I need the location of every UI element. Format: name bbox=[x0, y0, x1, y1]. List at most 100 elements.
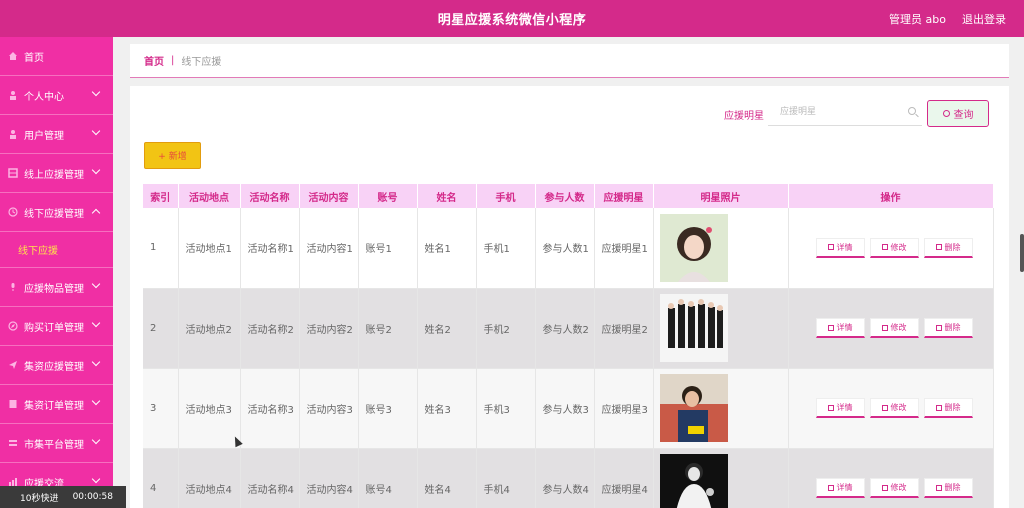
delete-button[interactable]: 删除 bbox=[923, 318, 973, 338]
detail-icon bbox=[827, 324, 834, 331]
sidebar-item-goods[interactable]: 应援物品管理 bbox=[0, 268, 113, 307]
column-header: 手机 bbox=[476, 184, 536, 208]
person-icon bbox=[8, 90, 18, 100]
breadcrumb-home[interactable]: 首页 bbox=[144, 53, 164, 68]
column-header: 索引 bbox=[143, 184, 179, 208]
table-cell: 参与人数1 bbox=[535, 208, 595, 289]
table-cell: 3 bbox=[143, 368, 179, 449]
detail-button[interactable]: 详情 bbox=[815, 237, 865, 258]
search-icon bbox=[908, 107, 916, 115]
book-icon bbox=[8, 399, 18, 409]
compass-icon bbox=[8, 321, 18, 331]
scrollbar-handle[interactable] bbox=[1020, 234, 1024, 272]
sidebar-item-personal[interactable]: 个人中心 bbox=[0, 76, 113, 115]
table-cell: 参与人数4 bbox=[535, 448, 595, 508]
sidebar-item-offline-support[interactable]: 线下应援管理 bbox=[0, 193, 113, 232]
table-cell: 账号4 bbox=[358, 448, 418, 508]
search-icon bbox=[942, 110, 950, 117]
fast-forward-label[interactable]: 10秒快进 bbox=[20, 491, 58, 504]
table-cell: 活动地点4 bbox=[178, 448, 241, 508]
grid-icon bbox=[8, 168, 18, 178]
detail-label: 详情 bbox=[836, 403, 853, 412]
delete-icon bbox=[935, 404, 942, 411]
delete-button[interactable]: 删除 bbox=[923, 237, 973, 258]
sidebar-item-online-support[interactable]: 线上应援管理 bbox=[0, 154, 113, 193]
breadcrumb: 首页 | 线下应援 bbox=[130, 44, 1009, 78]
chevron-down-icon bbox=[91, 357, 101, 367]
edit-button[interactable]: 修改 bbox=[869, 237, 919, 258]
delete-icon bbox=[935, 244, 942, 251]
detail-icon bbox=[827, 404, 834, 411]
detail-label: 详情 bbox=[836, 242, 853, 252]
sidebar-item-home[interactable]: 首页 bbox=[0, 37, 113, 76]
table-cell: 4 bbox=[143, 448, 179, 508]
table-cell: 应援明星1 bbox=[594, 208, 654, 289]
table-cell: 活动名称3 bbox=[240, 368, 300, 449]
app-title: 明星应援系统微信小程序 bbox=[437, 13, 587, 28]
add-button[interactable]: + 新增 bbox=[144, 142, 201, 169]
search-input[interactable] bbox=[768, 100, 898, 124]
detail-button[interactable]: 详情 bbox=[815, 398, 865, 418]
table-cell: 参与人数2 bbox=[535, 288, 595, 369]
top-bar: 明星应援系统微信小程序 管理员 abo 退出登录 bbox=[0, 0, 1024, 37]
sidebar-item-label: 个人中心 bbox=[24, 91, 64, 103]
delete-button[interactable]: 删除 bbox=[923, 398, 973, 418]
edit-button[interactable]: 修改 bbox=[869, 478, 919, 498]
table-row: 3 活动地点3 活动名称3 活动内容3 账号3 姓名3 手机3 参与人数3 应援… bbox=[143, 368, 994, 449]
query-button[interactable]: 查询 bbox=[927, 100, 989, 127]
column-header: 活动内容 bbox=[299, 184, 359, 208]
sidebar-item-label: 用户管理 bbox=[24, 130, 64, 142]
user-label: 管理员 abo bbox=[889, 13, 946, 26]
table-cell: 姓名2 bbox=[417, 288, 477, 369]
edit-icon bbox=[881, 324, 888, 331]
edit-button[interactable]: 修改 bbox=[869, 398, 919, 418]
edit-label: 修改 bbox=[890, 483, 907, 492]
table-cell: 活动地点3 bbox=[178, 368, 241, 449]
column-header: 参与人数 bbox=[535, 184, 595, 208]
star-photo bbox=[659, 213, 728, 282]
sidebar-item-market[interactable]: 市集平台管理 bbox=[0, 424, 113, 463]
table-cell: 2 bbox=[143, 288, 179, 369]
column-header: 姓名 bbox=[417, 184, 477, 208]
sidebar-item-label: 线下应援管理 bbox=[24, 208, 84, 220]
delete-icon bbox=[935, 324, 942, 331]
detail-button[interactable]: 详情 bbox=[815, 478, 865, 498]
table-cell: 账号3 bbox=[358, 368, 418, 449]
chevron-down-icon bbox=[91, 165, 101, 175]
sidebar-item-users[interactable]: 用户管理 bbox=[0, 115, 113, 154]
table-cell: 姓名4 bbox=[417, 448, 477, 508]
playback-timer: 10秒快进 00:00:58 bbox=[0, 486, 126, 508]
home-icon bbox=[8, 51, 18, 61]
detail-icon bbox=[827, 484, 834, 491]
detail-icon bbox=[827, 244, 834, 251]
detail-button[interactable]: 详情 bbox=[815, 318, 865, 338]
table-row: 4 活动地点4 活动名称4 活动内容4 账号4 姓名4 手机4 参与人数4 应援… bbox=[143, 448, 994, 508]
star-photo bbox=[659, 294, 728, 362]
column-header: 活动名称 bbox=[240, 184, 300, 208]
ops-cell: 详情 修改 删除 bbox=[788, 448, 994, 508]
edit-button[interactable]: 修改 bbox=[869, 318, 919, 338]
content-panel: 应援明星 查询 + 新增 索引 活动地点 活动名称 活动内容 账号 姓名 手机 … bbox=[130, 86, 1009, 508]
delete-icon bbox=[935, 484, 942, 491]
delete-label: 删除 bbox=[944, 483, 961, 492]
table-cell: 活动名称4 bbox=[240, 448, 300, 508]
sidebar-subitem-offline[interactable]: 线下应援 bbox=[0, 232, 113, 268]
sidebar-item-fundraising-orders[interactable]: 集资订单管理 bbox=[0, 385, 113, 424]
table-cell: 手机1 bbox=[476, 208, 536, 289]
delete-button[interactable]: 删除 bbox=[923, 478, 973, 498]
sidebar: 首页 个人中心 用户管理 线上应援管理 线下应援管理 线下应援 应援物品管理 购… bbox=[0, 37, 113, 508]
data-table: 索引 活动地点 活动名称 活动内容 账号 姓名 手机 参与人数 应援明星 明星照… bbox=[143, 184, 994, 508]
table-cell: 参与人数3 bbox=[535, 368, 595, 449]
table-cell: 应援明星2 bbox=[594, 288, 654, 369]
sidebar-item-purchase-orders[interactable]: 购买订单管理 bbox=[0, 307, 113, 346]
table-cell: 活动内容2 bbox=[299, 288, 359, 369]
table-cell: 活动内容4 bbox=[299, 448, 359, 508]
chevron-down-icon bbox=[91, 318, 101, 328]
table-cell: 活动内容3 bbox=[299, 368, 359, 449]
sidebar-item-fundraising[interactable]: 集资应援管理 bbox=[0, 346, 113, 385]
person-icon bbox=[8, 129, 18, 139]
logout-link[interactable]: 退出登录 bbox=[962, 11, 1006, 27]
photo-cell bbox=[653, 368, 789, 449]
chevron-up-icon bbox=[91, 208, 101, 218]
table-cell: 活动名称2 bbox=[240, 288, 300, 369]
